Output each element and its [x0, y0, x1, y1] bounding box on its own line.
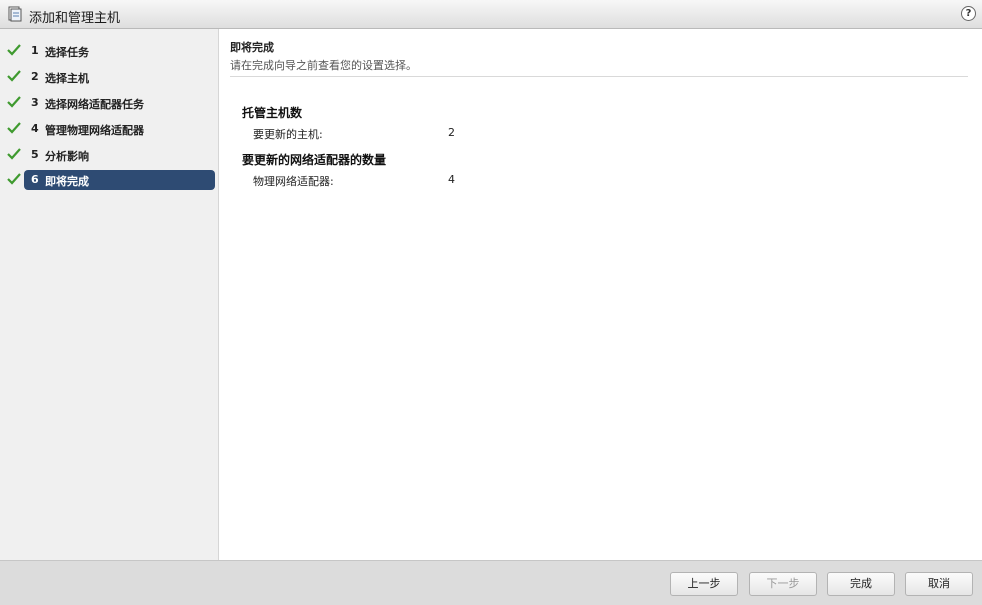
check-icon [7, 122, 21, 134]
summary-label-hosts: 要更新的主机: [253, 128, 323, 141]
section-heading-managed-hosts: 托管主机数 [242, 106, 303, 120]
page-subtitle: 请在完成向导之前查看您的设置选择。 [230, 59, 417, 72]
window-title: 添加和管理主机 [29, 11, 121, 26]
help-icon[interactable]: ? [961, 6, 976, 21]
step-ready-to-complete[interactable]: 6 即将完成 [0, 169, 219, 191]
summary-value-physical-adapters: 4 [448, 173, 455, 186]
host-wizard-icon [8, 6, 22, 22]
step-select-host[interactable]: 2 选择主机 [0, 66, 219, 88]
page-title: 即将完成 [230, 41, 274, 54]
step-number: 6 [31, 173, 39, 186]
header-divider [230, 76, 968, 77]
wizard-steps-sidebar: 1 选择任务 2 选择主机 3 选择网络适配器任务 4 管理物理网络适配器 5 … [0, 29, 219, 560]
check-icon [7, 96, 21, 108]
step-label: 管理物理网络适配器 [45, 124, 144, 137]
summary-value-hosts: 2 [448, 126, 455, 139]
check-icon [7, 148, 21, 160]
step-number: 2 [31, 70, 39, 83]
next-button[interactable]: 下一步 [749, 572, 817, 596]
back-button[interactable]: 上一步 [670, 572, 738, 596]
step-manage-physical-adapters[interactable]: 4 管理物理网络适配器 [0, 118, 219, 140]
wizard-footer: 上一步 下一步 完成 取消 [0, 560, 982, 605]
step-number: 3 [31, 96, 39, 109]
wizard-content: 即将完成 请在完成向导之前查看您的设置选择。 托管主机数 要更新的主机: 2 要… [220, 29, 982, 560]
step-number: 5 [31, 148, 39, 161]
step-select-task[interactable]: 1 选择任务 [0, 40, 219, 62]
cancel-button[interactable]: 取消 [905, 572, 973, 596]
step-label: 分析影响 [45, 150, 89, 163]
title-bar: 添加和管理主机 ? [0, 0, 982, 29]
step-label: 即将完成 [45, 175, 89, 188]
step-label: 选择任务 [45, 46, 89, 59]
check-icon [7, 173, 21, 185]
check-icon [7, 70, 21, 82]
summary-label-physical-adapters: 物理网络适配器: [253, 175, 334, 188]
step-number: 1 [31, 44, 39, 57]
step-label: 选择网络适配器任务 [45, 98, 144, 111]
step-number: 4 [31, 122, 39, 135]
step-select-adapter-task[interactable]: 3 选择网络适配器任务 [0, 92, 219, 114]
section-heading-adapter-count: 要更新的网络适配器的数量 [242, 153, 387, 167]
finish-button[interactable]: 完成 [827, 572, 895, 596]
step-label: 选择主机 [45, 72, 89, 85]
check-icon [7, 44, 21, 56]
step-analyze-impact[interactable]: 5 分析影响 [0, 144, 219, 166]
